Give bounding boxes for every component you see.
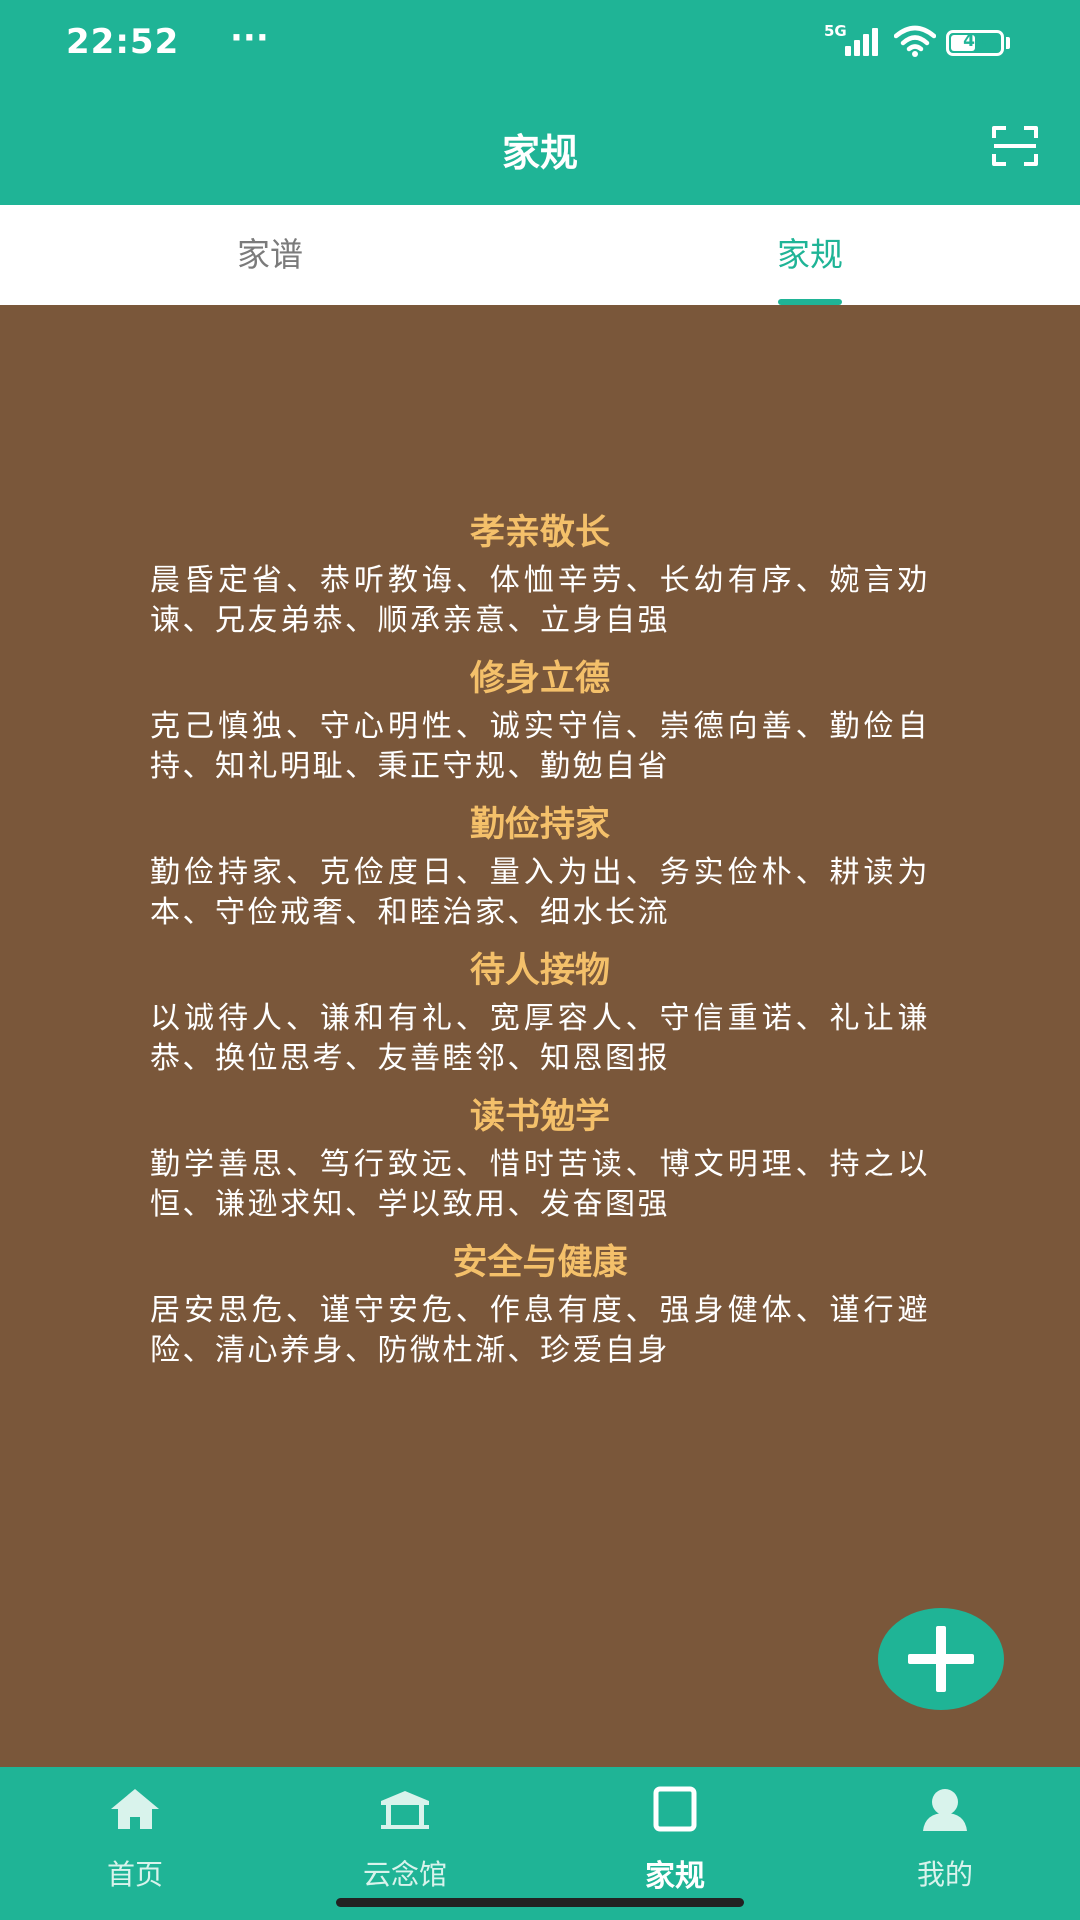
plus-icon-vertical bbox=[936, 1626, 946, 1692]
tab-label: 家谱 bbox=[237, 235, 303, 274]
rule-section: 待人接物 以诚待人、谦和有礼、宽厚容人、守信重诺、礼让谦恭、换位思考、友善睦邻、… bbox=[150, 943, 930, 1079]
rules-list: 孝亲敬长 晨昏定省、恭听教诲、体恤辛劳、长幼有序、婉言劝谏、兄友弟恭、顺承亲意、… bbox=[150, 505, 930, 1381]
profile-icon bbox=[923, 1789, 967, 1831]
rule-section: 修身立德 克己慎独、守心明性、诚实守信、崇德向善、勤俭自持、知礼明耻、秉正守规、… bbox=[150, 651, 930, 787]
nav-label: 首页 bbox=[106, 1858, 163, 1891]
nav-home[interactable]: 首页 bbox=[0, 1767, 270, 1920]
rule-title: 孝亲敬长 bbox=[469, 513, 610, 553]
status-time: 22:52 bbox=[66, 22, 180, 62]
rule-title: 安全与健康 bbox=[452, 1243, 628, 1283]
status-bar: 22:52 ··· 5G 41 bbox=[0, 0, 1080, 90]
rule-body: 居安思危、谨守安危、作息有度、强身健体、谨行避险、清心养身、防微杜渐、珍爱自身 bbox=[150, 1293, 930, 1368]
nav-profile[interactable]: 我的 bbox=[810, 1767, 1080, 1920]
memorial-hall-icon bbox=[381, 1791, 429, 1829]
rule-section: 安全与健康 居安思危、谨守安危、作息有度、强身健体、谨行避险、清心养身、防微杜渐… bbox=[150, 1235, 930, 1371]
rule-body: 勤学善思、笃行致远、惜时苦读、博文明理、持之以恒、谦逊求知、学以致用、发奋图强 bbox=[150, 1147, 930, 1222]
nav-label: 云念馆 bbox=[362, 1858, 447, 1891]
home-indicator bbox=[336, 1898, 744, 1907]
rule-title: 读书勉学 bbox=[469, 1097, 610, 1137]
rule-body: 克己慎独、守心明性、诚实守信、崇德向善、勤俭自持、知礼明耻、秉正守规、勤勉自省 bbox=[150, 709, 930, 784]
battery-level: 41 bbox=[963, 31, 987, 51]
scan-icon[interactable] bbox=[992, 126, 1038, 166]
square-icon bbox=[653, 1786, 697, 1832]
rule-body: 晨昏定省、恭听教诲、体恤辛劳、长幼有序、婉言劝谏、兄友弟恭、顺承亲意、立身自强 bbox=[150, 563, 930, 638]
rule-title: 待人接物 bbox=[469, 951, 610, 991]
status-more-dots: ··· bbox=[230, 18, 269, 58]
tab-label: 家规 bbox=[777, 235, 843, 274]
tab-bar: 家谱 家规 bbox=[0, 205, 1080, 305]
header: 22:52 ··· 5G 41 家规 bbox=[0, 0, 1080, 205]
rule-body: 勤俭持家、克俭度日、量入为出、务实俭朴、耕读为本、守俭戒奢、和睦治家、细水长流 bbox=[150, 855, 930, 930]
rule-title: 勤俭持家 bbox=[469, 805, 610, 845]
rule-section: 勤俭持家 勤俭持家、克俭度日、量入为出、务实俭朴、耕读为本、守俭戒奢、和睦治家、… bbox=[150, 797, 930, 933]
battery-icon: 41 bbox=[946, 30, 1004, 56]
rule-body: 以诚待人、谦和有礼、宽厚容人、守信重诺、礼让谦恭、换位思考、友善睦邻、知恩图报 bbox=[150, 1001, 930, 1076]
rule-title: 修身立德 bbox=[469, 659, 610, 699]
page-title: 家规 bbox=[501, 131, 578, 175]
wifi-icon bbox=[894, 25, 936, 57]
rules-content: 孝亲敬长 晨昏定省、恭听教诲、体恤辛劳、长幼有序、婉言劝谏、兄友弟恭、顺承亲意、… bbox=[0, 305, 1080, 1767]
rule-section: 孝亲敬长 晨昏定省、恭听教诲、体恤辛劳、长幼有序、婉言劝谏、兄友弟恭、顺承亲意、… bbox=[150, 505, 930, 641]
screen: 22:52 ··· 5G 41 家规 家谱 家规 孝亲敬长 晨昏定省、恭听教诲、… bbox=[0, 0, 1080, 1920]
battery-tip bbox=[1006, 37, 1010, 49]
tab-family-tree[interactable]: 家谱 bbox=[0, 205, 540, 305]
nav-label: 家规 bbox=[645, 1859, 705, 1894]
signal-icon bbox=[845, 28, 881, 56]
home-icon bbox=[111, 1789, 159, 1829]
tab-family-rules[interactable]: 家规 bbox=[540, 205, 1080, 305]
rule-section: 读书勉学 勤学善思、笃行致远、惜时苦读、博文明理、持之以恒、谦逊求知、学以致用、… bbox=[150, 1089, 930, 1225]
add-button[interactable] bbox=[878, 1608, 1004, 1710]
nav-label: 我的 bbox=[916, 1858, 973, 1891]
network-type: 5G bbox=[824, 22, 847, 40]
